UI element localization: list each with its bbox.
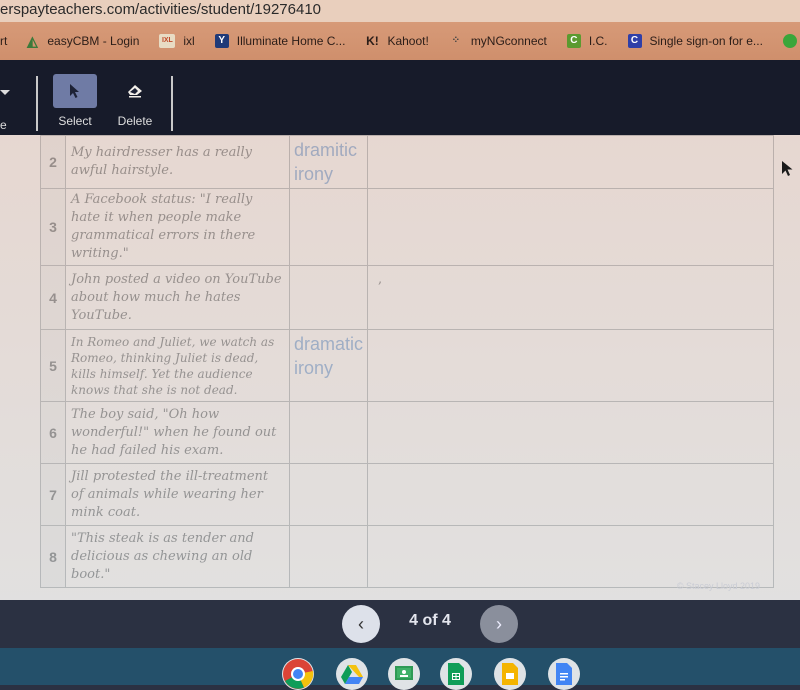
bookmarks-bar: rt ◭ easyCBM - Login IXL ixl Y Illuminat…	[0, 22, 800, 60]
page-indicator: 4 of 4	[409, 612, 451, 629]
answer-cell[interactable]: dramitic irony	[288, 135, 369, 189]
table-row: 2 My hairdresser has a really awful hair…	[40, 135, 775, 189]
bookmark-label: rt	[0, 34, 8, 48]
row-number: 5	[40, 329, 66, 402]
copyright-notice: © Stacey Lloyd 2019	[676, 581, 760, 591]
table-row: 3 A Facebook status: "I really hate it w…	[40, 188, 775, 266]
google-classroom-icon	[395, 666, 413, 680]
delete-tool-label: Delete	[117, 114, 153, 128]
mouse-pointer-icon	[782, 161, 793, 176]
worksheet-page: 2 My hairdresser has a really awful hair…	[0, 135, 800, 600]
previous-page-button[interactable]: ‹	[342, 605, 380, 643]
row-number: 7	[40, 463, 66, 526]
chrome-icon	[283, 659, 314, 689]
classlink-icon: C	[627, 34, 642, 48]
dropdown-caret-icon[interactable]	[0, 90, 10, 95]
bookmark-myngconnect[interactable]: ⁘ myNGconnect	[449, 34, 547, 48]
delete-tool-box	[113, 74, 157, 108]
bookmark-easycbm[interactable]: ◭ easyCBM - Login	[25, 34, 139, 48]
select-tool-button[interactable]: Select	[52, 74, 98, 128]
answer-cell[interactable]	[288, 525, 369, 588]
kahoot-icon: K!	[366, 34, 379, 48]
explanation-cell[interactable]	[367, 135, 775, 189]
row-number: 4	[40, 265, 66, 330]
table-row: 7 Jill protested the ill-treatment of an…	[40, 463, 775, 526]
select-tool-box	[53, 74, 97, 108]
explanation-cell[interactable]	[367, 401, 775, 464]
row-prompt: In Romeo and Juliet, we watch as Romeo, …	[65, 329, 290, 402]
bookmark-illuminate[interactable]: Y Illuminate Home C...	[214, 34, 346, 48]
ic-icon: C	[566, 34, 581, 48]
explanation-cell[interactable]: ,	[367, 265, 775, 330]
explanation-cell[interactable]	[367, 463, 775, 526]
table-row: 5 In Romeo and Juliet, we watch as Romeo…	[40, 329, 775, 402]
bookmark-ixl[interactable]: IXL ixl	[159, 34, 195, 48]
bookmark-label: easyCBM - Login	[47, 34, 140, 48]
row-number: 3	[40, 188, 66, 266]
bookmark-single-sign-on[interactable]: C Single sign-on for e...	[627, 34, 763, 48]
explanation-cell[interactable]	[367, 525, 775, 588]
row-number: 8	[40, 525, 66, 588]
ixl-icon: IXL	[159, 34, 176, 48]
answer-cell[interactable]	[288, 401, 369, 464]
bookmark-kahoot[interactable]: K! Kahoot!	[365, 34, 429, 48]
os-shelf	[0, 648, 800, 690]
answer-cell[interactable]: dramatic irony	[288, 329, 369, 402]
bookmark-spotify[interactable]: Spoti	[782, 34, 800, 48]
bookmark-ic[interactable]: C I.C.	[566, 34, 608, 48]
row-prompt: A Facebook status: "I really hate it whe…	[65, 188, 290, 266]
cursor-arrow-icon	[70, 84, 79, 98]
row-prompt: Jill protested the ill-treatment of anim…	[65, 463, 290, 526]
google-drive-icon	[341, 665, 363, 684]
page-navigation: ‹ 4 of 4 ›	[0, 600, 800, 648]
chevron-left-icon: ‹	[358, 613, 364, 634]
explanation-cell[interactable]	[367, 188, 775, 266]
activity-toolbar: e Select Delete	[0, 60, 800, 135]
table-row: 8 "This steak is as tender and delicious…	[40, 525, 775, 588]
partial-tool-label[interactable]: e	[0, 118, 7, 132]
row-prompt: John posted a video on YouTube about how…	[65, 265, 290, 330]
bookmark-label: myNGconnect	[470, 34, 547, 48]
answer-cell[interactable]	[288, 463, 369, 526]
google-sheets-app[interactable]	[440, 658, 472, 690]
row-prompt: "This steak is as tender and delicious a…	[65, 525, 290, 588]
google-drive-app[interactable]	[336, 658, 368, 690]
table-row: 4 John posted a video on YouTube about h…	[40, 265, 775, 330]
row-prompt: The boy said, "Oh how wonderful!" when h…	[65, 401, 290, 464]
google-slides-app[interactable]	[494, 658, 526, 690]
row-prompt: My hairdresser has a really awful hairst…	[65, 135, 290, 189]
row-number: 2	[40, 135, 66, 189]
answer-cell[interactable]	[288, 188, 369, 266]
eraser-icon	[128, 85, 142, 98]
toolbar-divider	[36, 76, 38, 131]
select-tool-label: Select	[58, 114, 92, 128]
bookmark-label: Illuminate Home C...	[236, 34, 346, 48]
answer-cell[interactable]	[288, 265, 369, 330]
myngconnect-icon: ⁘	[451, 35, 460, 46]
chrome-app[interactable]	[282, 658, 314, 690]
irony-table: 2 My hairdresser has a really awful hair…	[40, 135, 775, 588]
google-sheets-icon	[448, 663, 464, 685]
spotify-icon	[782, 34, 797, 48]
bookmark-label: ixl	[183, 34, 195, 48]
address-bar[interactable]: erspayteachers.com/activities/student/19…	[0, 0, 800, 22]
google-docs-app[interactable]	[548, 658, 580, 690]
google-slides-icon	[502, 663, 518, 685]
bookmark-partial[interactable]: rt	[0, 34, 7, 48]
bookmark-label: I.C.	[588, 34, 608, 48]
table-row: 6 The boy said, "Oh how wonderful!" when…	[40, 401, 775, 464]
bookmark-label: Single sign-on for e...	[649, 34, 763, 48]
chevron-right-icon: ›	[496, 613, 502, 634]
illuminate-icon: Y	[214, 34, 229, 48]
url-text[interactable]: erspayteachers.com/activities/student/19…	[0, 1, 321, 18]
row-number: 6	[40, 401, 66, 464]
toolbar-divider	[171, 76, 173, 131]
google-classroom-app[interactable]	[388, 658, 420, 690]
explanation-cell[interactable]	[367, 329, 775, 402]
google-docs-icon	[556, 663, 572, 685]
easycbm-icon: ◭	[26, 33, 38, 49]
bookmark-label: Kahoot!	[387, 34, 429, 48]
next-page-button[interactable]: ›	[480, 605, 518, 643]
delete-tool-button[interactable]: Delete	[112, 74, 158, 128]
